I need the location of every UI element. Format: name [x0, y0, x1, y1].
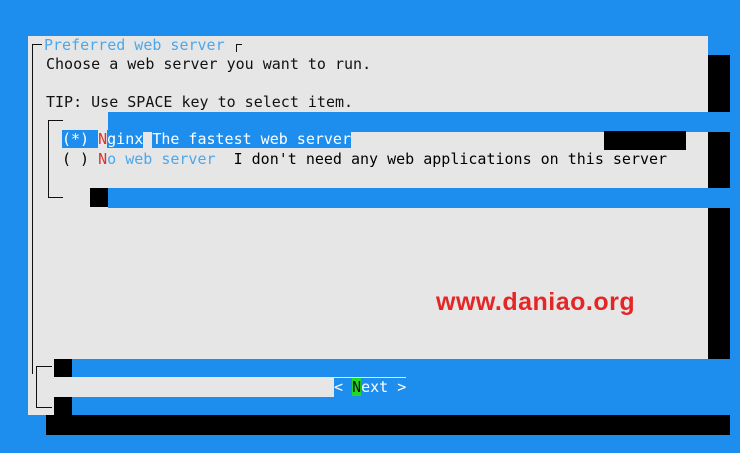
button-bracket: < — [334, 378, 353, 396]
list-top-bar — [108, 112, 740, 132]
next-button[interactable]: < Next > — [334, 378, 406, 397]
hotkey-letter: N — [98, 150, 108, 168]
dialog-frame-top — [32, 44, 42, 45]
button-shadow — [54, 359, 72, 377]
button-row-right — [406, 377, 740, 397]
dialog-title: Preferred web server — [44, 36, 225, 54]
item-description: I don't need any web applications on thi… — [233, 150, 668, 168]
list-frame — [48, 120, 63, 198]
button-frame-bottom — [36, 407, 52, 408]
list-bottom-bar — [108, 188, 740, 208]
button-bottom-bar — [72, 397, 740, 415]
watermark: www.daniao.org — [436, 288, 636, 316]
list-shadow — [604, 131, 686, 150]
hotkey-letter: N — [352, 378, 362, 396]
item-name: ginx — [107, 130, 144, 148]
item-name: o web server — [107, 150, 216, 168]
list-shadow — [90, 112, 108, 131]
dialog-frame-left — [32, 44, 41, 374]
list-item-no-web-server[interactable]: ( ) No web server I don't need any web a… — [62, 150, 682, 169]
dialog-shadow — [46, 415, 730, 435]
button-row-left — [72, 377, 334, 397]
dialog-description: Choose a web server you want to run. — [46, 55, 372, 73]
radio-marker[interactable]: (*) — [62, 130, 90, 148]
list-item-nginx[interactable]: (*) Nginx The fastest web server — [62, 130, 352, 149]
dialog-tip: TIP: Use SPACE key to select item. — [46, 93, 354, 111]
button-shadow — [54, 397, 72, 415]
item-description: The fastest web server — [152, 130, 351, 148]
button-bracket: > — [388, 378, 407, 396]
next-button-label: ext — [361, 378, 389, 396]
list-shadow — [90, 188, 108, 207]
button-frame — [36, 366, 49, 408]
button-frame-top — [36, 366, 52, 367]
button-top-bar — [72, 359, 740, 377]
radio-marker[interactable]: ( ) — [62, 150, 89, 168]
hotkey-letter: N — [98, 130, 108, 148]
dialog-frame-corner — [236, 44, 237, 52]
